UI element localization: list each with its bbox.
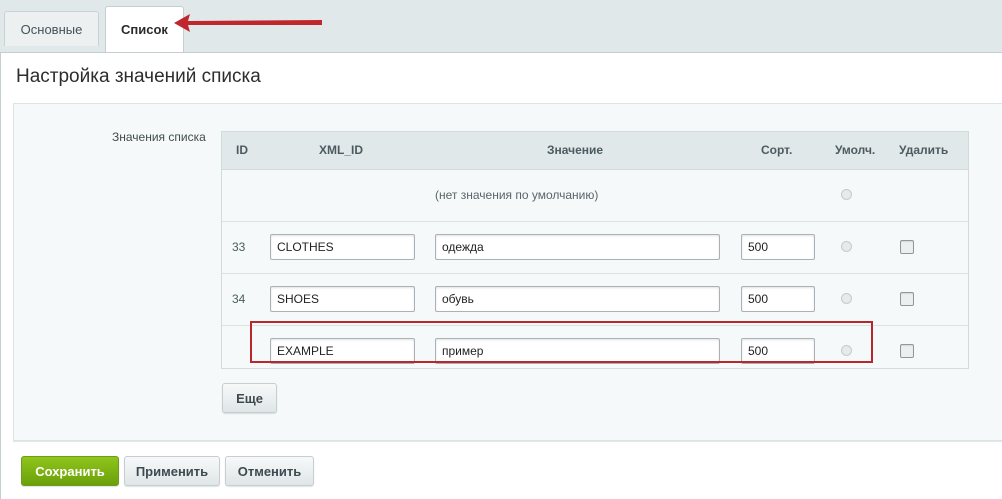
default-radio[interactable]	[841, 293, 852, 304]
sort-input[interactable]	[741, 234, 815, 260]
table-row	[222, 326, 968, 377]
header-xml-id: XML_ID	[319, 143, 364, 157]
default-radio[interactable]	[841, 345, 852, 356]
save-button[interactable]: Сохранить	[21, 456, 119, 486]
table-row-no-default: (нет значения по умолчанию)	[222, 170, 968, 222]
row-id: 33	[232, 240, 246, 254]
tab-bar: Основные Список	[0, 0, 1002, 53]
header-default: Умолч.	[835, 143, 876, 157]
delete-checkbox[interactable]	[900, 344, 914, 358]
delete-checkbox[interactable]	[900, 240, 914, 254]
default-radio-none[interactable]	[841, 189, 852, 200]
tab-main[interactable]: Основные	[4, 11, 99, 46]
annotation-arrow-icon	[174, 14, 322, 32]
xml-id-input[interactable]	[270, 234, 415, 260]
sort-input[interactable]	[741, 338, 815, 364]
header-sort: Сорт.	[761, 143, 793, 157]
values-table: ID XML_ID Значение Сорт. Умолч. Удалить …	[221, 131, 969, 369]
table-row: 33	[222, 222, 968, 274]
cancel-button[interactable]: Отменить	[225, 456, 314, 486]
value-input[interactable]	[435, 286, 720, 312]
xml-id-input[interactable]	[270, 338, 415, 364]
field-label-list-values: Значения списка	[112, 130, 206, 144]
value-input[interactable]	[435, 234, 720, 260]
footer-divider	[13, 441, 1002, 442]
page-title: Настройка значений списка	[16, 66, 261, 87]
header-value: Значение	[547, 143, 604, 157]
default-radio[interactable]	[841, 241, 852, 252]
sort-input[interactable]	[741, 286, 815, 312]
tab-list-label: Список	[121, 22, 168, 37]
apply-button[interactable]: Применить	[124, 456, 220, 486]
xml-id-input[interactable]	[270, 286, 415, 312]
value-input[interactable]	[435, 338, 720, 364]
more-button[interactable]: Еще	[222, 383, 277, 413]
tab-main-label: Основные	[20, 21, 83, 37]
header-id: ID	[236, 143, 248, 157]
row-id: 34	[232, 292, 246, 306]
delete-checkbox[interactable]	[900, 292, 914, 306]
table-row: 34	[222, 274, 968, 326]
table-header: ID XML_ID Значение Сорт. Умолч. Удалить	[222, 132, 968, 170]
no-default-text: (нет значения по умолчанию)	[435, 188, 599, 202]
header-delete: Удалить	[899, 143, 949, 157]
